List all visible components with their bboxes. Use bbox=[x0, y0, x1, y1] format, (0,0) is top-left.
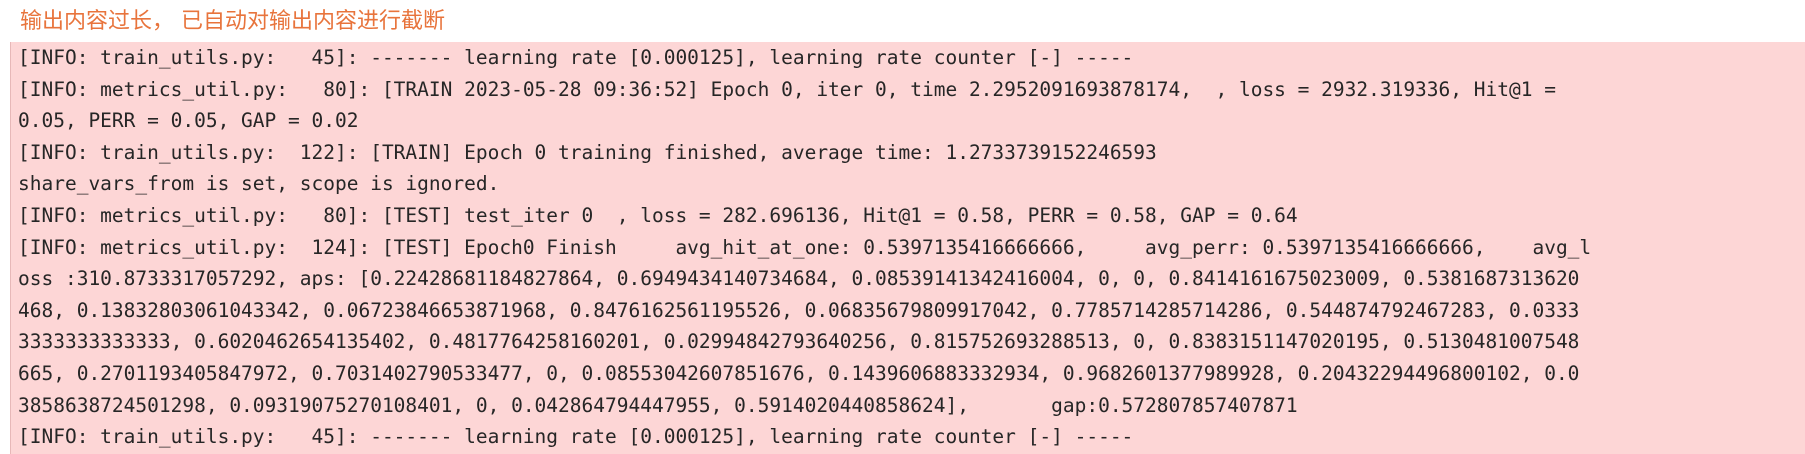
log-line: [INFO: train_utils.py: 45]: ------- lear… bbox=[18, 46, 1134, 69]
log-line: oss :310.8733317057292, aps: [0.22428681… bbox=[18, 267, 1580, 291]
log-line: [INFO: train_utils.py: 122]: [TRAIN] Epo… bbox=[18, 140, 1157, 164]
log-line: 3858638724501298, 0.09319075270108401, 0… bbox=[18, 393, 1298, 417]
log-line: 468, 0.13832803061043342, 0.067238466538… bbox=[18, 298, 1580, 322]
output-log-panel: [INFO: train_utils.py: 45]: ------- lear… bbox=[10, 42, 1805, 454]
log-line: [INFO: metrics_util.py: 124]: [TEST] Epo… bbox=[18, 235, 1592, 259]
log-line: [INFO: metrics_util.py: 80]: [TEST] test… bbox=[18, 203, 1298, 227]
log-line: 0.05, PERR = 0.05, GAP = 0.02 bbox=[18, 109, 359, 133]
log-line: 665, 0.2701193405847972, 0.7031402790533… bbox=[18, 361, 1580, 385]
log-line: share_vars_from is set, scope is ignored… bbox=[18, 172, 500, 196]
log-line: [INFO: train_utils.py: 45]: ------- lear… bbox=[18, 425, 1134, 449]
log-line: 3333333333333, 0.6020462654135402, 0.481… bbox=[18, 330, 1580, 354]
truncation-notice: 输出内容过长， 已自动对输出内容进行截断 bbox=[20, 9, 445, 34]
log-line: [INFO: metrics_util.py: 80]: [TRAIN 2023… bbox=[18, 77, 1556, 101]
